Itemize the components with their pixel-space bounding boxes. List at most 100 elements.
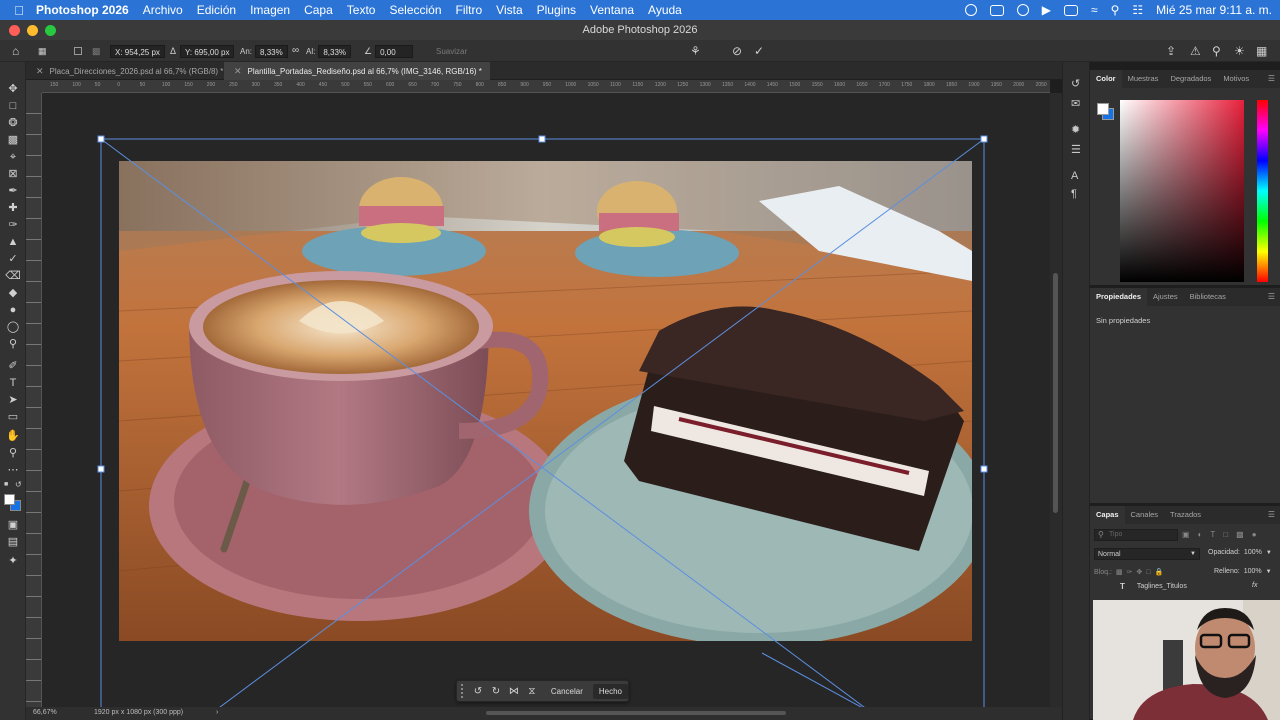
zoom-tool-icon[interactable]: ⚲ [5, 446, 21, 460]
display-icon[interactable] [989, 4, 1004, 16]
menu-archivo[interactable]: Archivo [136, 3, 190, 17]
menu-texto[interactable]: Texto [340, 3, 383, 17]
share-icon[interactable]: ⇪ [1166, 44, 1176, 58]
frame-tool-icon[interactable]: ⊠ [5, 167, 21, 181]
menu-edicion[interactable]: Edición [190, 3, 243, 17]
pen-tool-icon[interactable]: ✐ [5, 359, 21, 373]
document-size[interactable]: 1920 px x 1080 px (300 ppp) [94, 709, 183, 716]
height-value[interactable]: 8,33% [318, 44, 352, 58]
taskbar-grip-handle[interactable] [461, 684, 469, 698]
menubar-clock[interactable]: Mié 25 mar 9:11 a. m. [1156, 3, 1272, 17]
opacity-value[interactable]: 100% [1244, 549, 1262, 556]
type-tool-icon[interactable]: T [5, 376, 21, 390]
saturation-brightness-picker[interactable] [1120, 100, 1244, 282]
tab-adjustments[interactable]: Ajustes [1147, 288, 1184, 306]
tab-paths[interactable]: Trazados [1164, 506, 1207, 524]
screen-recording-icon[interactable] [964, 4, 977, 16]
tab-channels[interactable]: Canales [1125, 506, 1165, 524]
dodge-tool-icon[interactable]: ◯ [5, 320, 21, 334]
marquee-tool-icon[interactable]: □ [5, 99, 21, 113]
flip-horizontal-icon[interactable]: ⋈ [505, 686, 523, 697]
menu-imagen[interactable]: Imagen [243, 3, 297, 17]
tab-plantilla-portadas[interactable]: ✕ Plantilla_Portadas_Rediseño.psd al 66,… [224, 62, 490, 80]
rotate-right-icon[interactable]: ↻ [487, 686, 505, 697]
hue-slider[interactable] [1257, 100, 1268, 282]
link-icon[interactable]: ∞ [292, 44, 299, 58]
search-icon[interactable]: ⚲ [1212, 44, 1221, 58]
tab-layers[interactable]: Capas [1090, 506, 1125, 524]
layer-effects-badge[interactable]: fx [1252, 582, 1257, 589]
lock-position-icon[interactable]: ✥ [1136, 568, 1142, 576]
paint-bucket-tool-icon[interactable]: ◆ [5, 286, 21, 300]
transform-handle-top-left[interactable] [97, 135, 105, 143]
comments-icon[interactable]: ✉ [1071, 98, 1080, 110]
width-value[interactable]: 8,33% [255, 44, 288, 58]
scroll-thumb[interactable] [1053, 273, 1058, 513]
menu-vista[interactable]: Vista [489, 3, 529, 17]
y-position-field[interactable]: Y: 695,00 px [180, 44, 235, 58]
layer-name[interactable]: Taglines_Titulos [1137, 583, 1187, 590]
ruler-corner[interactable] [26, 80, 42, 93]
wifi-icon[interactable]: ≈ [1091, 3, 1098, 17]
tab-swatches[interactable]: Muestras [1122, 70, 1165, 88]
done-button[interactable]: Hecho [592, 683, 628, 699]
workspace-icon[interactable]: ▦ [1256, 44, 1267, 58]
cancel-button[interactable]: Cancelar [545, 684, 589, 699]
menu-seleccion[interactable]: Selección [382, 3, 448, 17]
transform-handle-top-right[interactable] [980, 135, 988, 143]
foreground-color-swatch[interactable] [1097, 103, 1109, 115]
horizontal-ruler[interactable]: 150 100 50 0 50 100 150 200 250 300 350 400 450 500 55… [42, 80, 1050, 93]
discover-icon[interactable]: ☀ [1234, 44, 1245, 58]
swap-colors-icon[interactable]: ↺ [15, 480, 22, 489]
eyedropper-tool-icon[interactable]: ✒ [5, 184, 21, 198]
adjustments-icon[interactable]: ✹ [1071, 124, 1080, 136]
angle-field[interactable]: ∠ 0,00 [364, 44, 414, 58]
transform-handle-left[interactable] [97, 465, 105, 473]
filter-toggle-icon[interactable]: ● [1252, 530, 1257, 539]
paragraph-icon[interactable]: ¶ [1071, 188, 1077, 200]
status-menu-icon[interactable]: › [216, 709, 218, 716]
panel-menu-icon[interactable]: ☰ [1268, 292, 1275, 301]
fill-control[interactable]: Relleno: 100% ▼ [1214, 568, 1272, 575]
history-icon[interactable]: ↺ [1071, 78, 1080, 90]
zoom-level[interactable]: 66,67% [33, 709, 57, 716]
vertical-ruler[interactable] [26, 93, 42, 707]
lock-all-icon[interactable]: 🔒 [1155, 568, 1164, 576]
search-icon[interactable]: ⚲ [1111, 3, 1120, 17]
filter-pixel-icon[interactable]: ▣ [1182, 530, 1190, 539]
character-icon[interactable]: A [1071, 170, 1078, 182]
warp-icon[interactable]: ⚘ [690, 44, 701, 58]
crop-tool-icon[interactable]: ⌖ [5, 150, 21, 164]
tab-libraries[interactable]: Bibliotecas [1184, 288, 1232, 306]
blend-mode-select[interactable]: Normal ▼ [1094, 548, 1200, 560]
generative-fill-icon[interactable]: ✦ [5, 554, 21, 568]
home-icon[interactable]: ⌂ [12, 44, 19, 58]
move-tool-options-icon[interactable]: ▦ [38, 44, 47, 58]
horizontal-scrollbar[interactable] [486, 711, 786, 715]
rectangle-tool-icon[interactable]: ▭ [5, 410, 21, 424]
transform-handle-right[interactable] [980, 465, 988, 473]
flip-vertical-icon[interactable]: ⧖ [523, 686, 541, 697]
close-tab-icon[interactable]: ✕ [234, 66, 242, 77]
panel-menu-icon[interactable]: ☰ [1268, 510, 1275, 519]
sponge-tool-icon[interactable]: ⚲ [5, 337, 21, 351]
document-canvas[interactable]: ↺ ↻ ⋈ ⧖ Cancelar Hecho [42, 93, 1050, 707]
menu-capa[interactable]: Capa [297, 3, 340, 17]
transform-bounding-box[interactable] [42, 93, 1050, 707]
menu-app[interactable]: Photoshop 2026 [32, 3, 136, 17]
clone-stamp-tool-icon[interactable]: ▲ [5, 235, 21, 249]
tab-gradients[interactable]: Degradados [1164, 70, 1217, 88]
foreground-color-swatch[interactable] [4, 494, 15, 505]
height-field[interactable]: Al: 8,33% [306, 44, 352, 58]
vertical-scrollbar[interactable] [1050, 93, 1062, 707]
width-field[interactable]: An: 8,33% [240, 44, 288, 58]
brush-settings-icon[interactable]: ☰ [1071, 144, 1081, 156]
rotate-left-icon[interactable]: ↺ [469, 686, 487, 697]
menu-ayuda[interactable]: Ayuda [641, 3, 689, 17]
fill-value[interactable]: 100% [1244, 568, 1262, 575]
tab-color[interactable]: Color [1090, 70, 1122, 88]
panel-menu-icon[interactable]: ☰ [1268, 74, 1275, 83]
eraser-tool-icon[interactable]: ⌫ [5, 269, 21, 283]
brush-tool-icon[interactable]: ✑ [5, 218, 21, 232]
hand-tool-icon[interactable]: ✋ [5, 429, 21, 443]
